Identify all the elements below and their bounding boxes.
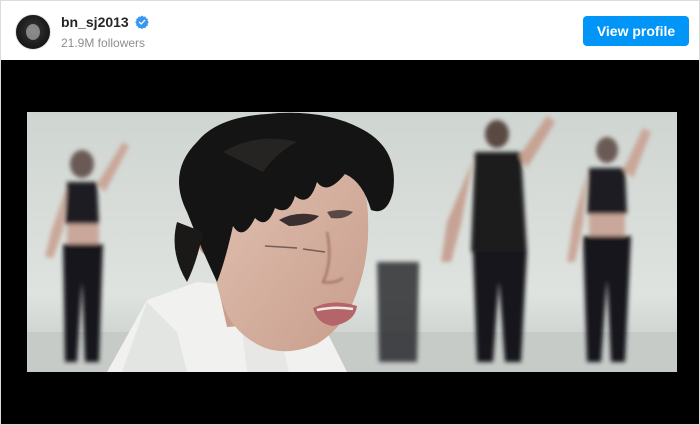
- avatar[interactable]: [15, 14, 51, 50]
- video-player[interactable]: [1, 60, 699, 424]
- avatar-photo: [26, 24, 40, 40]
- video-frame: [27, 112, 677, 372]
- view-profile-button[interactable]: View profile: [583, 16, 689, 46]
- video-still-image: [27, 112, 677, 372]
- follower-count: 21.9M followers: [61, 36, 146, 50]
- user-info: bn_sj2013 21.9M followers: [61, 14, 149, 49]
- verified-icon: [134, 15, 149, 29]
- username[interactable]: bn_sj2013: [61, 15, 129, 29]
- username-row: bn_sj2013: [61, 14, 149, 30]
- instagram-embed: bn_sj2013 21.9M followers View profile: [0, 0, 700, 425]
- post-header: bn_sj2013 21.9M followers View profile: [1, 1, 699, 59]
